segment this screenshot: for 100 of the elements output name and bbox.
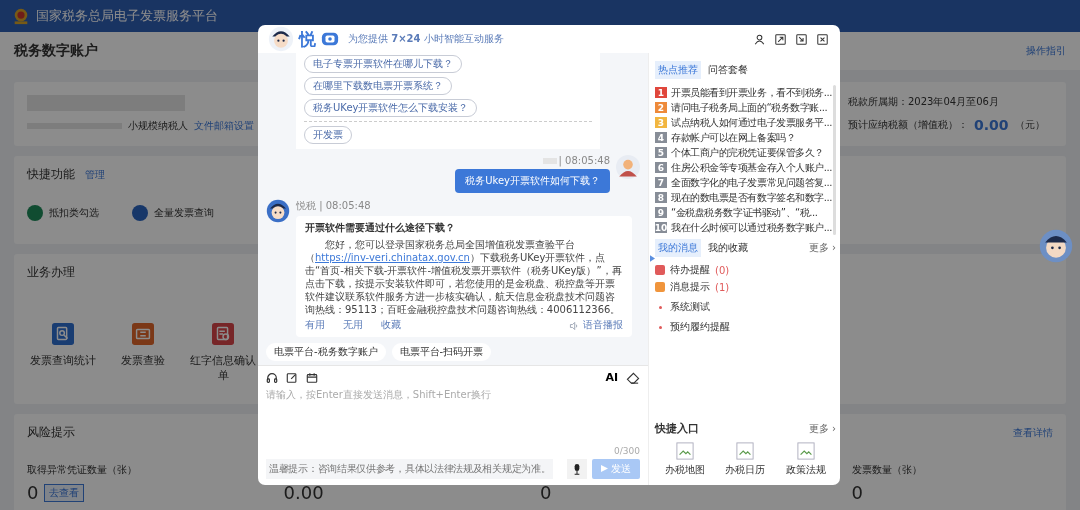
business-tile[interactable]: 发票查验 xyxy=(107,309,179,399)
feedback-link[interactable]: 有用 xyxy=(305,319,325,332)
broken-image-icon xyxy=(676,442,695,460)
taxpayer-type: 小规模纳税人 xyxy=(128,119,188,133)
collapse-arrow-icon[interactable] xyxy=(650,255,655,262)
metric-label: 取得异常凭证数量（张） xyxy=(27,463,137,476)
issue-invoice-chip[interactable]: 开发票 xyxy=(304,126,352,144)
read-aloud-link[interactable]: 语音播报 xyxy=(583,319,623,332)
section-title: 业务办理 xyxy=(27,265,75,279)
robot-avatar-icon xyxy=(266,199,290,223)
document-check-icon xyxy=(212,323,234,345)
message-meta: 悦税 | 08:05:48 xyxy=(296,199,372,213)
rank-badge: 7 xyxy=(655,177,667,188)
estimate-value: 0.00 xyxy=(974,117,1009,133)
panel-tab[interactable]: 我的收藏 xyxy=(705,239,751,257)
quick-entry-link[interactable]: 政策法规 xyxy=(785,442,826,477)
expand-icon[interactable] xyxy=(775,33,786,45)
panel-tab[interactable]: 问答套餐 xyxy=(705,61,751,79)
emblem-icon xyxy=(12,7,30,25)
ticket-icon xyxy=(132,323,154,345)
answer-title: 开票软件需要通过什么途径下载？ xyxy=(305,221,456,235)
rank-badge: 1 xyxy=(655,87,667,98)
message-link[interactable]: 预约履约提醒 xyxy=(670,320,730,334)
platform-link[interactable]: https://inv-veri.chinatax.gov.cn xyxy=(315,252,470,263)
more-link[interactable]: 更多 › xyxy=(808,421,836,436)
rank-badge: 10 xyxy=(655,222,667,233)
feedback-link[interactable]: 无用 xyxy=(343,319,363,332)
user-message-bubble: 税务Ukey开票软件如何下载？ xyxy=(455,169,610,193)
function-icon xyxy=(132,205,148,221)
hot-question-link[interactable]: 全面数字化的电子发票常见问题答复... xyxy=(671,175,832,190)
shortcut-chip[interactable]: 电票平台-税务数字账户 xyxy=(266,343,386,361)
brand-logo: 悦 xyxy=(299,27,316,51)
hot-question-link[interactable]: 现在的数电票是否有数字签名和数字... xyxy=(671,190,832,205)
scrollbar[interactable] xyxy=(833,85,836,235)
quick-function-link[interactable]: 抵扣类勾选 xyxy=(49,206,99,220)
close-icon[interactable] xyxy=(817,33,828,45)
platform-title: 国家税务总局电子发票服务平台 xyxy=(36,7,218,25)
hot-question-link[interactable]: 开票员能看到开票业务，看不到税务... xyxy=(671,85,832,100)
rank-badge: 9 xyxy=(655,207,667,218)
page-title: 税务数字账户 xyxy=(14,42,98,60)
rank-badge: 4 xyxy=(655,132,667,143)
suggested-question[interactable]: 税务UKey开票软件怎么下载安装？ xyxy=(304,99,478,117)
character-counter: 0/300 xyxy=(614,446,640,456)
hot-question-link[interactable]: 住房公积金等专项基金存入个人账户... xyxy=(671,160,832,175)
shortcut-chip[interactable]: 电票平台-扫码开票 xyxy=(391,343,492,361)
edit-icon[interactable] xyxy=(286,371,298,384)
metric-value: 0 xyxy=(851,484,863,502)
microphone-icon xyxy=(573,463,581,475)
estimate-label: 预计应纳税额（增值税）： xyxy=(848,118,968,132)
feedback-link[interactable]: 收藏 xyxy=(381,319,401,332)
hot-question-link[interactable]: 试点纳税人如何通过电子发票服务平... xyxy=(671,115,832,130)
metric-value: 0.00 xyxy=(283,484,324,502)
rank-badge: 2 xyxy=(655,102,667,113)
user-avatar-icon xyxy=(616,155,640,179)
message-count: (1) xyxy=(715,281,730,293)
ai-button[interactable]: AI xyxy=(605,371,618,384)
quick-entry-title: 快捷入口 xyxy=(655,421,699,436)
hot-question-link[interactable]: 个体工商户的完税凭证要保管多久？ xyxy=(671,145,824,160)
user-icon[interactable] xyxy=(754,33,765,45)
broken-image-icon xyxy=(736,442,755,460)
message-link[interactable]: 系统测试 xyxy=(670,300,710,314)
message-link[interactable]: 消息提示 xyxy=(670,280,710,294)
answer-text: 您好，您可以登录国家税务总局全国增值税发票查验平台（https://inv-veri.chinatax.gov.cn）下载税务UKey开票软件，点击“首页-相关下载-开票软件-增值税发票开票软件（税务UKey版）”，再点击下载，按提示安装软件即可，若您使用的是金税盘、税控盘等开票软件建议联系软件服务方进一步核实确认，航天信息金税盘技术问题咨询热线：95113；百旺金融税控盘技术问题咨询热线：4006112366。 xyxy=(305,238,623,316)
message-link[interactable]: 待办提醒 xyxy=(670,263,710,277)
more-link[interactable]: 更多 › xyxy=(808,241,836,255)
section-title: 风险提示 xyxy=(27,424,75,441)
bullet-icon xyxy=(659,325,662,329)
metric-value: 0 xyxy=(27,484,39,502)
message-time: | 08:05:48 xyxy=(558,155,610,166)
hot-question-link[interactable]: “金税盘税务数字证书驱动”、“税... xyxy=(671,205,818,220)
metric-label: 发票数量（张） xyxy=(851,463,922,476)
hot-question-link[interactable]: 我在什么时候可以通过税务数字账户... xyxy=(671,220,832,235)
disclaimer-notice: 温馨提示：咨询结果仅供参考，具体以法律法规及相关规定为准。 xyxy=(266,459,554,479)
broken-image-icon xyxy=(796,442,815,460)
robot-avatar-icon[interactable] xyxy=(1038,228,1074,264)
robot-avatar-icon xyxy=(268,26,294,52)
quick-function-link[interactable]: 全量发票查询 xyxy=(154,206,214,220)
hot-question-link[interactable]: 存款帐户可以在网上备案吗？ xyxy=(671,130,796,145)
estimate-unit: （元） xyxy=(1014,118,1045,132)
minimize-icon[interactable] xyxy=(796,33,807,45)
service-tagline: 为您提供 7×24 小时智能互动服务 xyxy=(348,32,504,46)
quick-entry-link[interactable]: 办税日历 xyxy=(725,442,766,477)
section-title: 快捷功能 xyxy=(27,166,75,183)
business-tile[interactable]: 红字信息确认单 xyxy=(187,309,259,399)
eraser-icon[interactable] xyxy=(626,371,640,384)
business-tile[interactable]: 发票查询统计 xyxy=(27,309,99,399)
quick-entry-link[interactable]: 办税地图 xyxy=(665,442,706,477)
message-count: (0) xyxy=(715,264,730,276)
panel-tab[interactable]: 我的消息 xyxy=(655,239,701,257)
function-icon xyxy=(27,205,43,221)
panel-tab[interactable]: 热点推荐 xyxy=(655,61,701,79)
suggested-question[interactable]: 在哪里下载数电票开票系统？ xyxy=(304,77,452,95)
calendar-icon[interactable] xyxy=(306,371,318,384)
rank-badge: 6 xyxy=(655,162,667,173)
suggested-question[interactable]: 电子专票开票软件在哪儿下载？ xyxy=(304,55,462,73)
hot-question-link[interactable]: 请问电子税务局上面的“税务数字账... xyxy=(671,100,828,115)
tv-icon xyxy=(321,30,339,48)
tax-period: 税款所属期：2023年04月至06月 xyxy=(848,95,999,109)
headset-icon[interactable] xyxy=(266,371,278,384)
microphone-button[interactable] xyxy=(567,459,587,479)
